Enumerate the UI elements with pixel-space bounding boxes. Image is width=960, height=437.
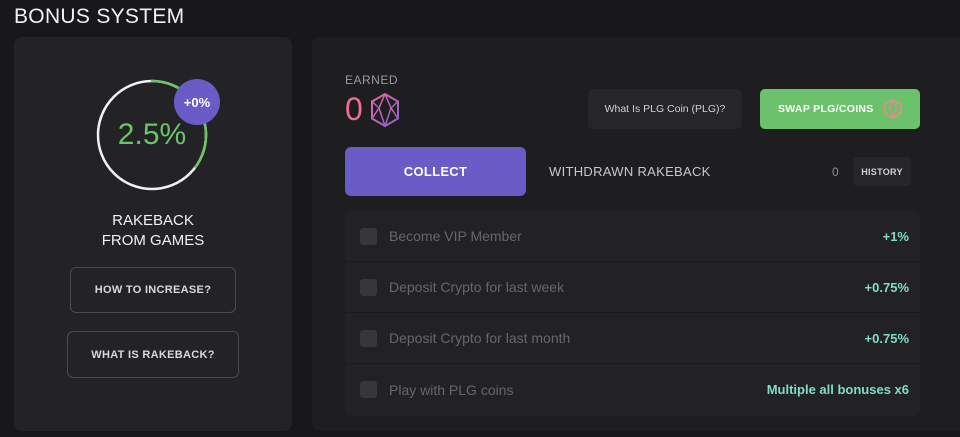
bonus-label: Deposit Crypto for last month <box>389 330 571 346</box>
bonus-label: Deposit Crypto for last week <box>389 279 565 295</box>
bonus-checkbox[interactable] <box>360 329 377 347</box>
rakeback-panel: 2.5% +0% RAKEBACK FROM GAMES HOW TO INCR… <box>14 37 292 431</box>
rakeback-label-line1: RAKEBACK <box>112 212 194 229</box>
bonus-value: Multiple all bonuses x6 <box>766 382 909 397</box>
bonus-checkbox[interactable] <box>360 227 377 245</box>
page-title: BONUS SYSTEM <box>14 5 185 28</box>
bonus-value: +1% <box>882 228 909 244</box>
withdrawn-rakeback-label: WITHDRAWN RAKEBACK <box>549 164 711 179</box>
bonus-value: +0.75% <box>864 330 909 346</box>
how-to-increase-button[interactable]: HOW TO INCREASE? <box>70 267 236 313</box>
bonus-row: Play with PLG coins Multiple all bonuses… <box>345 364 920 415</box>
bonus-checkbox[interactable] <box>360 278 377 296</box>
history-button[interactable]: HISTORY <box>853 157 911 186</box>
withdrawn-rakeback-value: 0 <box>832 165 839 179</box>
earned-label: EARNED <box>345 73 399 87</box>
what-is-rakeback-button[interactable]: WHAT IS RAKEBACK? <box>67 331 239 378</box>
swap-plg-coins-button[interactable]: SWAP PLG/COINS <box>760 89 920 129</box>
bonus-label: Play with PLG coins <box>389 381 514 398</box>
plg-coin-icon <box>371 93 399 127</box>
bonus-list: Become VIP Member +1% Deposit Crypto for… <box>345 211 920 416</box>
rakeback-label-line2: FROM GAMES <box>101 232 205 249</box>
collect-button[interactable]: COLLECT <box>345 147 526 196</box>
bonus-value: +0.75% <box>864 279 909 295</box>
swap-button-label: SWAP PLG/COINS <box>778 103 874 115</box>
bonus-checkbox[interactable] <box>360 381 377 398</box>
bonus-row: Deposit Crypto for last month +0.75% <box>345 313 920 364</box>
plg-coin-info-button[interactable]: What Is PLG Coin (PLG)? <box>588 89 742 129</box>
rakeback-label: RAKEBACK FROM GAMES <box>14 211 292 251</box>
bonus-row: Deposit Crypto for last week +0.75% <box>345 262 920 313</box>
earnings-panel: EARNED 0 What Is PLG Coin (PLG)? SWAP PL… <box>312 37 960 431</box>
bonus-badge: +0% <box>174 79 220 125</box>
bonus-label: Become VIP Member <box>389 228 522 244</box>
bonus-row: Become VIP Member +1% <box>345 211 920 262</box>
earned-value: 0 <box>345 91 363 127</box>
plg-coin-icon <box>884 99 902 119</box>
